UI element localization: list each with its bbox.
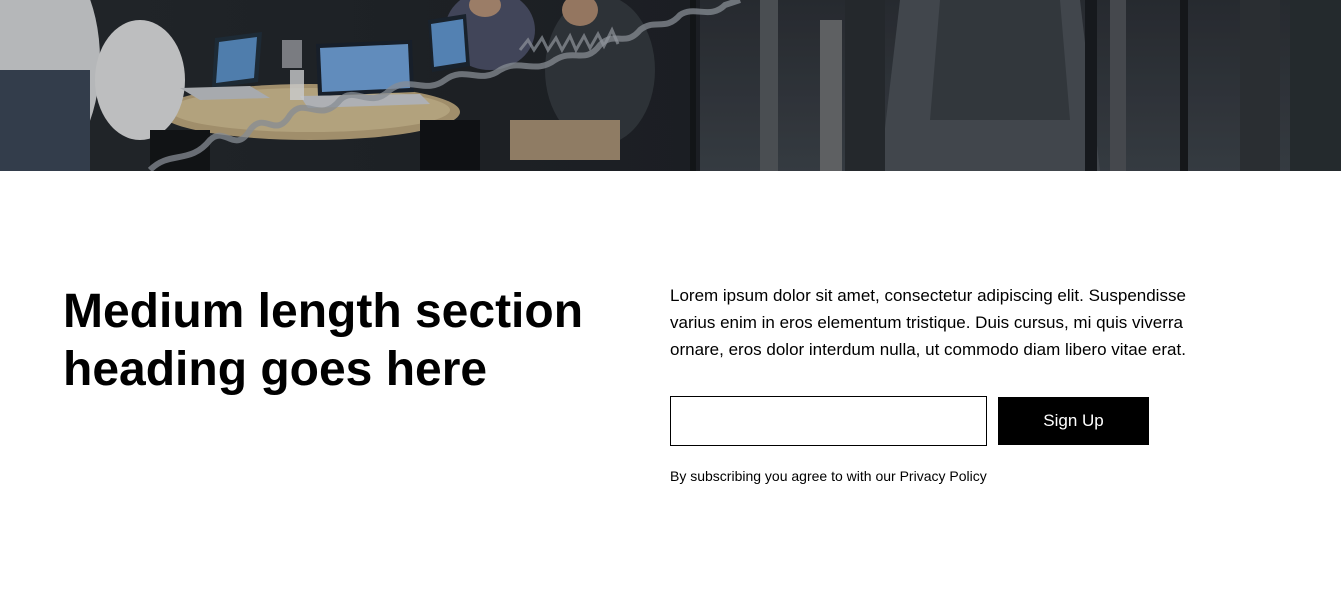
office-meeting-photo <box>0 0 1341 171</box>
privacy-disclaimer: By subscribing you agree to with our Pri… <box>670 467 987 485</box>
privacy-policy-link[interactable]: Privacy Policy <box>900 468 987 484</box>
section-description: Lorem ipsum dolor sit amet, consectetur … <box>670 286 1186 359</box>
sign-up-button[interactable]: Sign Up <box>998 397 1149 445</box>
newsletter-section: Medium length section heading goes here … <box>0 171 1341 589</box>
hero-image <box>0 0 1341 171</box>
disclaimer-text: By subscribing you agree to with our <box>670 468 900 484</box>
signup-form: Sign Up <box>670 396 1150 446</box>
email-input[interactable] <box>670 396 987 446</box>
section-heading: Medium length section heading goes here <box>63 285 584 396</box>
signup-column: Lorem ipsum dolor sit amet, consectetur … <box>670 282 1240 484</box>
